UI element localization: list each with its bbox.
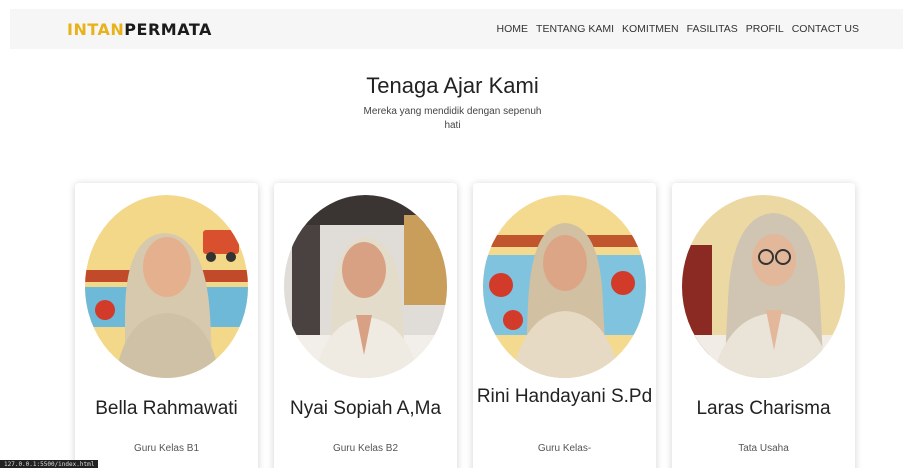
- nav-home[interactable]: HOME: [497, 23, 529, 35]
- teacher-role: Guru Kelas B1: [133, 443, 200, 454]
- teacher-photo: [483, 195, 646, 378]
- brand-part-permata: PERMATA: [124, 19, 212, 39]
- teacher-name: Bella Rahmawati: [95, 398, 238, 419]
- teacher-name: Laras Charisma: [696, 398, 831, 419]
- nav-profil[interactable]: PROFIL: [746, 23, 784, 35]
- nav-komitmen[interactable]: KOMITMEN: [622, 23, 679, 35]
- nav-contact-us[interactable]: CONTACT US: [792, 23, 859, 35]
- teacher-name: Rini Handayani S.Pd: [476, 386, 653, 407]
- nav-fasilitas[interactable]: FASILITAS: [687, 23, 738, 35]
- brand-part-intan: INTAN: [67, 19, 125, 39]
- teacher-card: Laras Charisma Tata Usaha: [672, 183, 855, 468]
- section-title: Tenaga Ajar Kami: [366, 73, 539, 98]
- main-nav: HOME TENTANG KAMI KOMITMEN FASILITAS PRO…: [497, 23, 859, 35]
- section-heading: Tenaga Ajar Kami Mereka yang mendidik de…: [0, 73, 905, 133]
- section-subtitle: Mereka yang mendidik dengan sepenuh hati: [363, 106, 542, 131]
- status-bar-url: 127.0.0.1:5500/index.html: [0, 460, 99, 468]
- teacher-card: Nyai Sopiah A,Ma Guru Kelas B2: [274, 183, 457, 468]
- teacher-card: Rini Handayani S.Pd Guru Kelas-: [473, 183, 656, 468]
- nav-tentang-kami[interactable]: TENTANG KAMI: [536, 23, 614, 35]
- teacher-role: Guru Kelas B2: [332, 443, 399, 454]
- brand-logo[interactable]: INTANPERMATA: [67, 20, 212, 39]
- teacher-role: Guru Kelas-: [537, 443, 592, 454]
- teacher-card: Bella Rahmawati Guru Kelas B1: [75, 183, 258, 468]
- teacher-photo: [85, 195, 248, 378]
- teacher-cards: Bella Rahmawati Guru Kelas B1 Nyai Sopia…: [75, 183, 855, 468]
- teacher-name: Nyai Sopiah A,Ma: [289, 398, 442, 419]
- teacher-photo: [682, 195, 845, 378]
- teacher-role: Tata Usaha: [738, 443, 789, 454]
- teacher-photo: [284, 195, 447, 378]
- navbar: INTANPERMATA HOME TENTANG KAMI KOMITMEN …: [10, 9, 903, 49]
